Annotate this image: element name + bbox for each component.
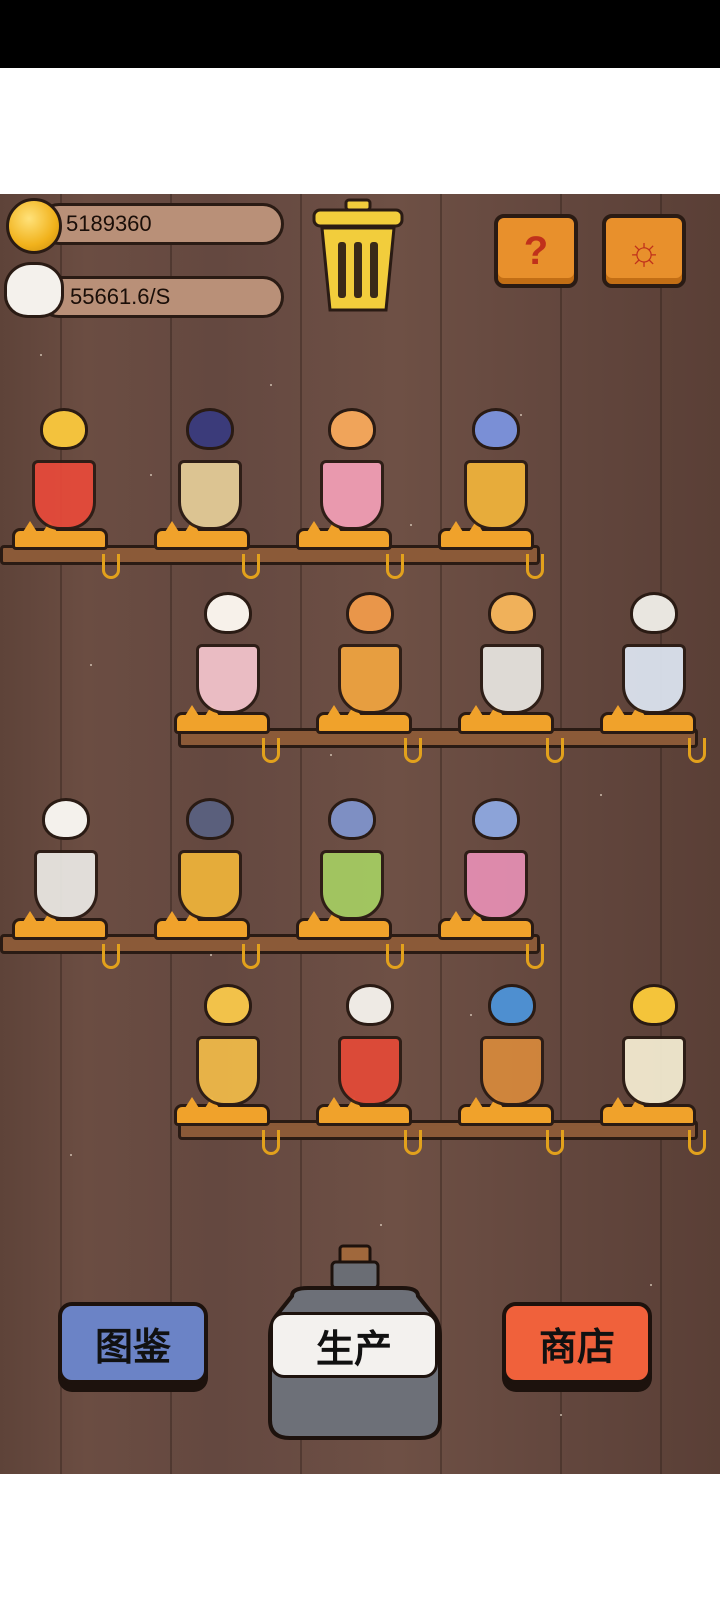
settings-icon: ☼ [625,229,663,273]
cat-sunglasses-glass[interactable] [178,976,278,1106]
income-rate-value: 55661.6/S [70,284,171,309]
cat-golden-armor-cup[interactable] [604,976,704,1106]
cat-sleeping-parfait[interactable] [446,790,546,920]
status-bar [0,0,720,68]
cat-two-beer[interactable] [160,790,260,920]
cat-tea-cup[interactable] [462,584,562,714]
coin-icon [6,198,62,254]
cat-purple-grape[interactable] [160,400,260,530]
cat-detective-teacup[interactable] [604,584,704,714]
cat-emperor-bowl[interactable] [16,790,116,920]
settings-button[interactable]: ☼ [602,214,686,288]
cat-sunflower-glass[interactable] [302,790,402,920]
catalog-button[interactable]: 图鉴 [58,1302,208,1384]
trash-can-icon[interactable] [310,198,406,316]
cat-wizard-beer[interactable] [446,400,546,530]
help-button[interactable]: ? [494,214,578,288]
produce-button[interactable]: 生产 [270,1312,438,1378]
cat-royal[interactable] [14,400,114,530]
cat-redjacket-bowl[interactable] [320,976,420,1106]
cat-apple-pitcher[interactable] [462,976,562,1106]
shop-button[interactable]: 商店 [502,1302,652,1384]
cat-llama-cocktail[interactable] [302,400,402,530]
coin-amount: 5189360 [66,211,152,236]
cat-redhat-wine[interactable] [320,584,420,714]
help-icon: ? [523,229,549,273]
cat-guitar-sundae[interactable] [178,584,278,714]
money-bag-icon [4,262,64,318]
